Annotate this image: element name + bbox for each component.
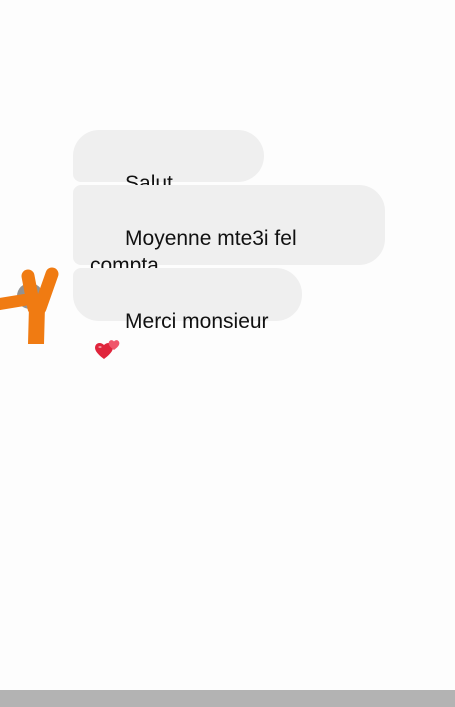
message-bubble[interactable]: Moyenne mte3i fel compta 18.82 [73,185,385,304]
message-thread[interactable]: Salut monsieur Moyenne mte3i fel compta … [0,0,455,690]
two-hearts-icon [95,340,120,359]
message-bubble[interactable]: Salut monsieur [73,130,264,222]
redacted-avatar [0,267,59,344]
message-text: Merci monsieur [125,310,269,333]
bottom-bar [0,690,455,707]
chat-screen: Salut monsieur Moyenne mte3i fel compta … [0,0,455,707]
message-bubble[interactable]: Merci monsieur [73,268,302,359]
